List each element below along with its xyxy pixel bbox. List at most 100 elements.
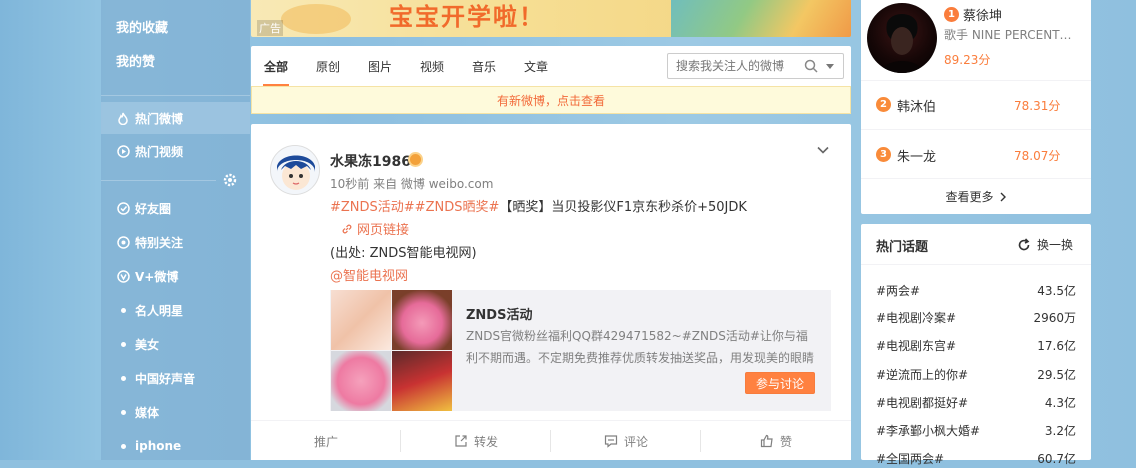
nav-group-item[interactable]: 中国好声音 bbox=[101, 364, 250, 392]
nav-special-follow[interactable]: 特别关注 bbox=[101, 228, 250, 256]
bullet-icon bbox=[121, 341, 126, 347]
ad-label: 广告 bbox=[257, 20, 283, 36]
like-button[interactable]: 赞 bbox=[701, 421, 851, 461]
refresh-button[interactable]: 换一换 bbox=[1017, 236, 1073, 253]
ranking-subtitle: 歌手 NINE PERCENT… bbox=[944, 28, 1072, 42]
nav-special-follow-label: 特别关注 bbox=[135, 235, 184, 250]
post-hashtags[interactable]: #ZNDS活动##ZNDS晒奖# bbox=[330, 200, 499, 215]
star-circle-icon bbox=[116, 235, 130, 249]
new-posts-bar[interactable]: 有新微博，点击查看 bbox=[251, 86, 851, 114]
bullet-icon bbox=[121, 307, 126, 313]
web-link-label: 网页链接 bbox=[357, 223, 410, 238]
nav-group-item[interactable]: 名人明星 bbox=[101, 296, 250, 324]
search-input[interactable] bbox=[676, 59, 804, 73]
avatar[interactable] bbox=[867, 3, 937, 73]
vplus-icon bbox=[116, 269, 130, 283]
topic-name: #电视剧东宫# bbox=[876, 339, 957, 353]
share-card-thumbnails bbox=[331, 290, 452, 411]
web-link[interactable]: 网页链接 bbox=[341, 219, 409, 238]
promote-label: 推广 bbox=[313, 434, 338, 449]
video-icon bbox=[116, 144, 130, 158]
topic-name: #电视剧都挺好# bbox=[876, 396, 969, 410]
topic-item[interactable]: #全国两会# 60.7亿 bbox=[876, 450, 1076, 468]
tab-all[interactable]: 全部 bbox=[264, 58, 288, 75]
topic-name: #李承鄞小枫大婚# bbox=[876, 424, 981, 438]
nav-group-label: 美女 bbox=[135, 337, 160, 352]
post-meta: 10秒前 来自 微博 weibo.com bbox=[330, 177, 494, 191]
nav-favorites[interactable]: 我的收藏 bbox=[101, 12, 250, 40]
join-discussion-button[interactable]: 参与讨论 bbox=[745, 372, 815, 394]
post-mention[interactable]: @智能电视网 bbox=[330, 265, 408, 284]
ad-banner[interactable]: 广告 宝宝开学啦！ bbox=[251, 0, 851, 37]
nav-group-item[interactable]: 媒体 bbox=[101, 398, 250, 426]
thumbnail-image bbox=[331, 351, 391, 411]
ranking-score: 78.07分 bbox=[1014, 149, 1061, 163]
tab-original[interactable]: 原创 bbox=[316, 58, 340, 75]
chevron-right-icon bbox=[999, 192, 1007, 202]
avatar[interactable] bbox=[270, 145, 320, 195]
hot-topics-title: 热门话题 bbox=[876, 240, 929, 255]
topic-count: 17.6亿 bbox=[1037, 339, 1076, 353]
bullet-icon bbox=[121, 443, 126, 449]
topic-name: #电视剧冷案# bbox=[876, 311, 957, 325]
post-actions-bar: 推广 转发 评论 赞 bbox=[251, 420, 851, 460]
topic-item[interactable]: #电视剧都挺好# 4.3亿 bbox=[876, 394, 1076, 412]
nav-vplus[interactable]: V+微博 bbox=[101, 262, 250, 290]
nav-hot-weibo-label: 热门微博 bbox=[135, 111, 184, 126]
tab-video[interactable]: 视频 bbox=[420, 58, 444, 75]
ranking-score: 78.31分 bbox=[1014, 99, 1061, 113]
repost-button[interactable]: 转发 bbox=[401, 421, 551, 461]
ranking-divider bbox=[861, 129, 1091, 130]
promote-button[interactable]: 推广 bbox=[251, 421, 401, 461]
topic-item[interactable]: #两会# 43.5亿 bbox=[876, 282, 1076, 300]
nav-divider bbox=[101, 95, 250, 96]
topic-item[interactable]: #电视剧东宫# 17.6亿 bbox=[876, 337, 1076, 355]
nav-group-label: 名人明星 bbox=[135, 303, 184, 318]
nav-hot-weibo[interactable]: 热门微博 bbox=[101, 102, 250, 134]
banner-title: 宝宝开学啦！ bbox=[389, 3, 545, 31]
topic-item[interactable]: #电视剧冷案# 2960万 bbox=[876, 309, 1076, 327]
topic-item[interactable]: #李承鄞小枫大婚# 3.2亿 bbox=[876, 422, 1076, 440]
search-box bbox=[667, 53, 844, 79]
nav-likes[interactable]: 我的赞 bbox=[101, 46, 250, 74]
new-posts-label: 有新微博，点击查看 bbox=[496, 93, 605, 108]
ranking-name[interactable]: 蔡徐坤 bbox=[963, 5, 1002, 24]
verified-badge-icon bbox=[408, 152, 423, 167]
nav-friends-circle[interactable]: 好友圈 bbox=[101, 194, 250, 222]
nav-favorites-label: 我的收藏 bbox=[116, 20, 169, 36]
nav-friends-circle-label: 好友圈 bbox=[135, 201, 172, 216]
nav-group-label: 中国好声音 bbox=[135, 371, 196, 386]
nav-group-label: 媒体 bbox=[135, 405, 160, 420]
ranking-name[interactable]: 朱一龙 bbox=[897, 146, 936, 165]
shield-icon bbox=[116, 201, 130, 215]
bullet-icon bbox=[121, 375, 126, 381]
chevron-down-icon[interactable] bbox=[826, 64, 834, 69]
repost-label: 转发 bbox=[473, 434, 498, 449]
bullet-icon bbox=[121, 409, 126, 415]
rank-badge: 1 bbox=[944, 7, 959, 22]
chevron-down-icon[interactable] bbox=[816, 143, 830, 157]
gear-icon[interactable] bbox=[222, 172, 238, 188]
flame-icon bbox=[116, 111, 130, 125]
post-username[interactable]: 水果冻1986 bbox=[330, 151, 411, 171]
comment-icon bbox=[604, 434, 618, 448]
search-icon[interactable] bbox=[803, 58, 819, 74]
comment-button[interactable]: 评论 bbox=[551, 421, 701, 461]
nav-group-item[interactable]: iphone bbox=[101, 432, 250, 460]
share-card-title: ZNDS活动 bbox=[466, 308, 533, 323]
nav-likes-label: 我的赞 bbox=[116, 54, 156, 70]
view-more-button[interactable]: 查看更多 bbox=[861, 178, 1091, 214]
topic-count: 29.5亿 bbox=[1037, 368, 1076, 382]
post-text: #ZNDS活动##ZNDS晒奖#【晒奖】当贝投影仪F1京东秒杀价+50JDK bbox=[330, 196, 747, 215]
tab-articles[interactable]: 文章 bbox=[524, 58, 548, 75]
ranking-name[interactable]: 韩沐伯 bbox=[897, 96, 936, 115]
tab-images[interactable]: 图片 bbox=[368, 58, 392, 75]
nav-group-item[interactable]: 美女 bbox=[101, 330, 250, 358]
comment-label: 评论 bbox=[623, 434, 648, 449]
nav-divider bbox=[101, 180, 216, 181]
rank-badge: 3 bbox=[876, 147, 891, 162]
nav-hot-video[interactable]: 热门视频 bbox=[101, 137, 250, 165]
topic-name: #全国两会# bbox=[876, 452, 945, 466]
tab-music[interactable]: 音乐 bbox=[472, 58, 496, 75]
topic-item[interactable]: #逆流而上的你# 29.5亿 bbox=[876, 366, 1076, 384]
